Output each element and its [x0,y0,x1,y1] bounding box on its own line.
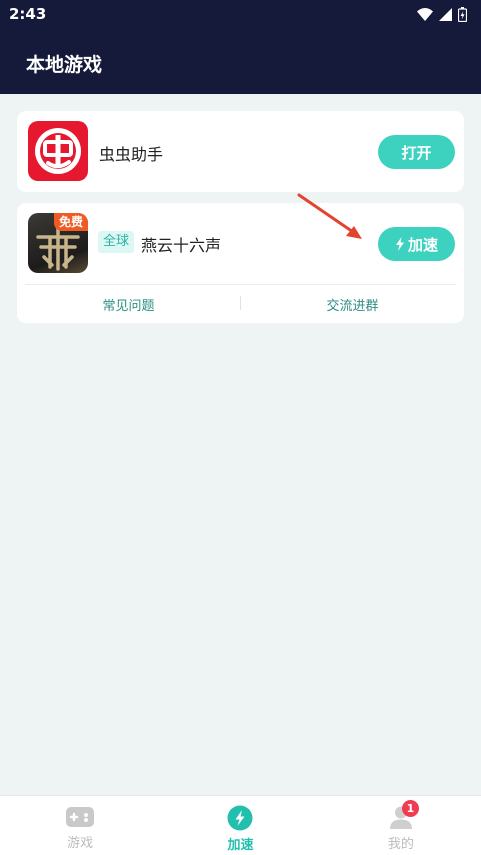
status-icons [417,6,467,22]
signal-icon [439,7,452,21]
app-card-yanyun: 免费 全球 燕云十六声 加速 常见问题 交流进群 [17,203,464,323]
app-card-chongchong: 虫虫助手 打开 [17,111,464,192]
card-divider [25,284,456,285]
notification-badge: 1 [402,800,419,817]
open-button[interactable]: 打开 [378,135,455,169]
open-button-label: 打开 [401,143,432,162]
annotation-arrow-icon [297,193,362,239]
accelerate-button-label: 加速 [407,235,438,254]
free-badge: 免费 [53,213,88,231]
nav-games[interactable]: 游戏 [0,796,160,855]
nav-accelerate-label: 加速 [227,838,254,853]
app-name: 燕云十六声 [141,236,222,255]
lightning-icon [395,237,404,251]
accelerate-button[interactable]: 加速 [378,227,455,261]
nav-games-label: 游戏 [67,836,94,851]
lightning-icon [227,805,253,831]
nav-profile-label: 我的 [387,837,414,852]
game-cover: 免费 [28,213,88,273]
status-bar: 2:43 [0,0,481,28]
wifi-icon [417,7,433,21]
app-name: 虫虫助手 [99,145,164,164]
join-group-link[interactable]: 交流进群 [241,295,464,314]
nav-profile[interactable]: 我的 [321,796,481,855]
bottom-nav: 游戏 加速 我的 1 [0,795,481,855]
gamepad-icon [66,807,95,827]
status-time: 2:43 [9,5,47,23]
top-bar: 2:43 本地游戏 [0,0,481,94]
battery-icon [458,6,467,22]
region-tag: 全球 [98,231,135,253]
nav-accelerate[interactable]: 加速 [160,796,320,855]
page-title: 本地游戏 [26,54,103,76]
faq-link[interactable]: 常见问题 [17,295,240,314]
bug-assistant-logo [28,121,88,181]
